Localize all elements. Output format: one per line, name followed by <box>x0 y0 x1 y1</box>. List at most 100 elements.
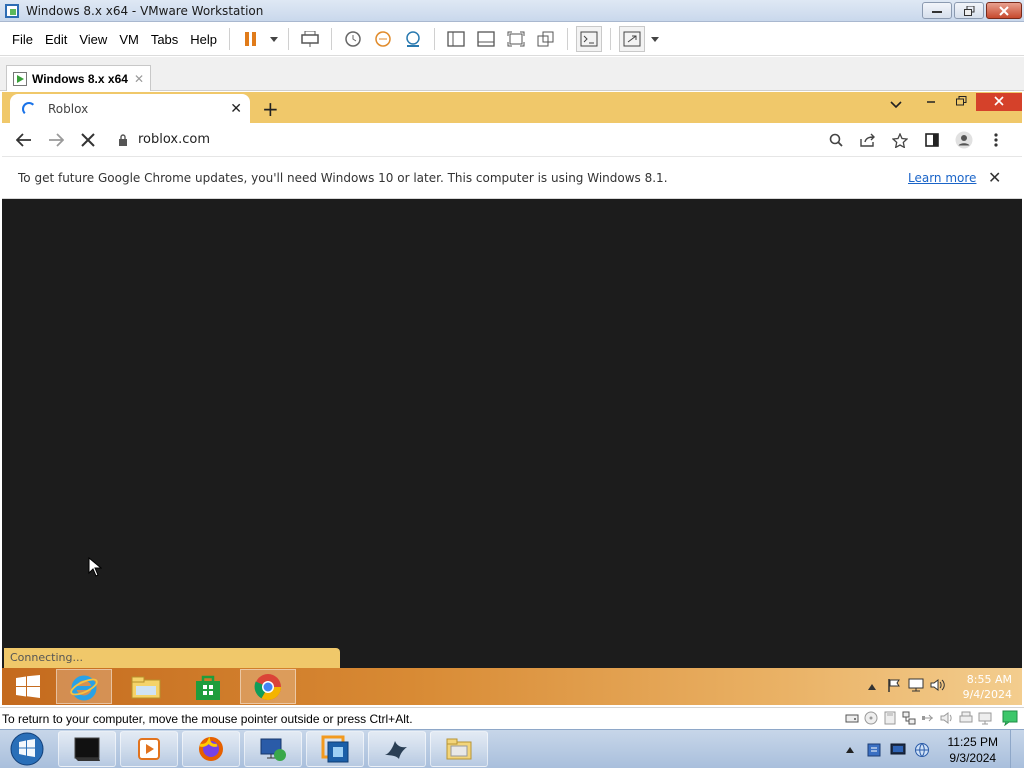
learn-more-link[interactable]: Learn more <box>908 171 976 185</box>
profile-button[interactable] <box>948 124 980 156</box>
avatar-icon <box>955 131 973 149</box>
network-globe-icon <box>914 742 929 757</box>
display-device[interactable] <box>977 710 993 726</box>
menu-tabs[interactable]: Tabs <box>145 32 184 47</box>
guest-chrome-button[interactable] <box>240 669 296 704</box>
power-dropdown-button[interactable] <box>268 26 280 52</box>
guest-ie-button[interactable] <box>56 669 112 704</box>
stop-loading-button[interactable] <box>72 124 104 156</box>
usb-device[interactable] <box>920 710 936 726</box>
share-button[interactable] <box>852 124 884 156</box>
guest-clock[interactable]: 8:55 AM 9/4/2024 <box>963 672 1012 702</box>
minimize-button[interactable] <box>922 2 952 19</box>
search-button[interactable] <box>820 124 852 156</box>
guest-screen[interactable]: Roblox ✕ + roblox.com To get future Goog… <box>2 92 1022 705</box>
host-clock[interactable]: 11:25 PM 9/3/2024 <box>948 734 998 766</box>
lock-icon <box>119 133 127 146</box>
host-date: 9/3/2024 <box>949 750 997 765</box>
message-log-button[interactable] <box>1002 710 1018 726</box>
sound-device[interactable] <box>939 710 955 726</box>
menu-file[interactable]: File <box>6 32 39 47</box>
toolbar-separator <box>434 28 436 50</box>
menu-vm[interactable]: VM <box>113 32 145 47</box>
chrome-tab-close-button[interactable]: ✕ <box>230 101 242 117</box>
new-tab-button[interactable]: + <box>262 97 279 121</box>
url-text[interactable]: roblox.com <box>138 132 210 147</box>
address-bar[interactable]: roblox.com <box>118 132 210 147</box>
stretch-dropdown-button[interactable] <box>649 26 661 52</box>
close-icon <box>999 5 1009 16</box>
send-ctrl-alt-del-button[interactable] <box>297 26 323 52</box>
host-start-button[interactable] <box>6 731 48 767</box>
chrome-menu-button[interactable] <box>980 124 1012 156</box>
guest-store-button[interactable] <box>180 669 236 704</box>
forward-button[interactable] <box>40 124 72 156</box>
host-app-folder[interactable] <box>430 731 488 767</box>
host-app-media-player[interactable] <box>120 731 178 767</box>
hard-disk-device[interactable] <box>844 710 860 726</box>
toolbar-separator <box>331 28 333 50</box>
console-view-button[interactable] <box>576 26 603 52</box>
chrome-close-button[interactable] <box>976 93 1022 111</box>
minimize-icon <box>927 101 935 103</box>
status-hint: To return to your computer, move the mou… <box>2 711 413 726</box>
snapshot-manager-button[interactable] <box>400 26 426 52</box>
show-desktop-button[interactable] <box>1010 730 1020 768</box>
guest-start-button[interactable] <box>2 669 54 704</box>
snapshot-icon <box>345 31 361 47</box>
printer-device[interactable] <box>958 710 974 726</box>
chrome-restore-button[interactable] <box>946 95 976 109</box>
stretch-guest-button[interactable] <box>619 26 646 52</box>
network-button[interactable] <box>905 678 927 695</box>
revert-snapshot-button[interactable] <box>370 26 396 52</box>
restore-button[interactable] <box>954 2 984 19</box>
guest-explorer-button[interactable] <box>118 669 174 704</box>
network-adapter-device[interactable] <box>901 710 917 726</box>
floppy-icon <box>884 711 896 725</box>
unity-button[interactable] <box>533 26 559 52</box>
star-icon <box>892 132 908 148</box>
menu-edit[interactable]: Edit <box>39 32 73 47</box>
action-center-button[interactable] <box>883 678 905 695</box>
host-tray-display[interactable] <box>886 740 910 760</box>
back-button[interactable] <box>8 124 40 156</box>
bookmark-button[interactable] <box>884 124 916 156</box>
guest-taskbar: 8:55 AM 9/4/2024 <box>2 668 1022 705</box>
tab-windows-8x-x64[interactable]: Windows 8.x x64 ✕ <box>6 65 151 91</box>
host-tray-network-drive[interactable] <box>862 740 886 760</box>
show-thumbnail-bar-button[interactable] <box>473 26 499 52</box>
host-show-hidden-icons-button[interactable] <box>838 740 862 760</box>
tab-close-button[interactable]: ✕ <box>134 72 144 86</box>
host-app-terminal[interactable] <box>58 731 116 767</box>
vm-running-icon <box>13 71 27 86</box>
page-content[interactable] <box>2 199 1022 639</box>
revert-icon <box>375 31 391 47</box>
show-library-button[interactable] <box>443 26 469 52</box>
vmware-status-bar: To return to your computer, move the mou… <box>0 707 1024 729</box>
side-panel-button[interactable] <box>916 124 948 156</box>
cd-dvd-device[interactable] <box>863 710 879 726</box>
chevron-down-icon <box>890 101 902 109</box>
full-screen-button[interactable] <box>503 26 529 52</box>
close-button[interactable] <box>986 2 1022 19</box>
pause-icon <box>245 32 257 46</box>
host-tray-network[interactable] <box>910 740 934 760</box>
window-title: Windows 8.x x64 - VMware Workstation <box>26 3 264 18</box>
volume-button[interactable] <box>927 678 949 695</box>
host-app-firefox[interactable] <box>182 731 240 767</box>
tab-search-button[interactable] <box>890 98 902 112</box>
show-hidden-icons-button[interactable] <box>861 680 883 693</box>
host-app-vmware[interactable] <box>306 731 364 767</box>
infobar-close-button[interactable]: ✕ <box>988 168 1001 187</box>
take-snapshot-button[interactable] <box>340 26 366 52</box>
guest-time: 8:55 AM <box>966 672 1012 686</box>
chrome-minimize-button[interactable] <box>916 95 946 109</box>
menu-help[interactable]: Help <box>184 32 223 47</box>
chrome-tab-roblox[interactable]: Roblox ✕ <box>10 94 250 123</box>
menu-view[interactable]: View <box>73 32 113 47</box>
floppy-device[interactable] <box>882 710 898 726</box>
host-app-remote-desktop[interactable] <box>244 731 302 767</box>
full-screen-icon <box>507 31 525 47</box>
host-app-bird[interactable] <box>368 731 426 767</box>
pause-button[interactable] <box>238 26 264 52</box>
